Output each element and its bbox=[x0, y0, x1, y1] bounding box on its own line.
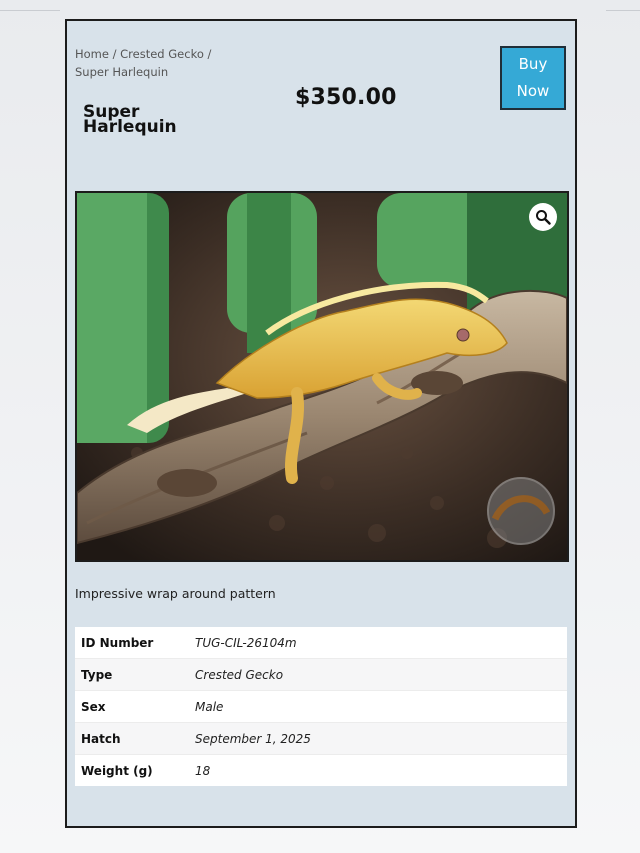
product-title: Super Harlequin bbox=[83, 104, 223, 137]
product-card: Home / Crested Gecko / Super Harlequin S… bbox=[65, 19, 577, 828]
product-price: $350.00 bbox=[295, 85, 397, 110]
spec-value: September 1, 2025 bbox=[189, 722, 567, 755]
spec-value: TUG-CIL-26104m bbox=[195, 635, 297, 650]
buy-now-label-line1: Buy bbox=[518, 55, 548, 73]
spec-label: Sex bbox=[75, 690, 189, 723]
spec-label: Hatch bbox=[75, 722, 189, 755]
table-row: Sex Male bbox=[75, 690, 567, 723]
product-image[interactable] bbox=[75, 191, 569, 562]
watermark-logo bbox=[487, 477, 555, 545]
gecko-photo bbox=[77, 193, 567, 560]
breadcrumb-separator: / bbox=[207, 47, 212, 61]
spec-value: Crested Gecko bbox=[189, 658, 567, 691]
breadcrumb-current: Super Harlequin bbox=[75, 65, 169, 79]
spec-value: Male bbox=[189, 690, 567, 723]
table-row: Hatch September 1, 2025 bbox=[75, 722, 567, 755]
table-row: Type Crested Gecko bbox=[75, 658, 567, 691]
spec-value: 18 bbox=[189, 754, 567, 786]
buy-now-button[interactable]: Buy Now bbox=[500, 46, 566, 110]
specs-table: ID Number TUG-CIL-26104m Type Crested Ge… bbox=[75, 627, 567, 786]
plant-left bbox=[77, 193, 169, 443]
breadcrumb-crested-gecko[interactable]: Crested Gecko bbox=[120, 47, 204, 61]
breadcrumb: Home / Crested Gecko / Super Harlequin bbox=[75, 45, 215, 81]
product-caption: Impressive wrap around pattern bbox=[75, 586, 276, 601]
spec-label: Type bbox=[75, 658, 189, 691]
breadcrumb-home[interactable]: Home bbox=[75, 47, 109, 61]
spec-label: Weight (g) bbox=[75, 754, 189, 786]
breadcrumb-separator: / bbox=[112, 47, 117, 61]
spec-label: ID Number bbox=[81, 635, 154, 650]
background-sketch-left bbox=[0, 0, 60, 11]
zoom-icon[interactable] bbox=[529, 203, 557, 231]
product-title-line2: Harlequin bbox=[83, 117, 177, 137]
table-row: Weight (g) 18 bbox=[75, 754, 567, 786]
background-sketch-right bbox=[606, 0, 640, 11]
table-row: ID Number TUG-CIL-26104m bbox=[75, 627, 567, 659]
buy-now-label-line2: Now bbox=[516, 82, 550, 100]
